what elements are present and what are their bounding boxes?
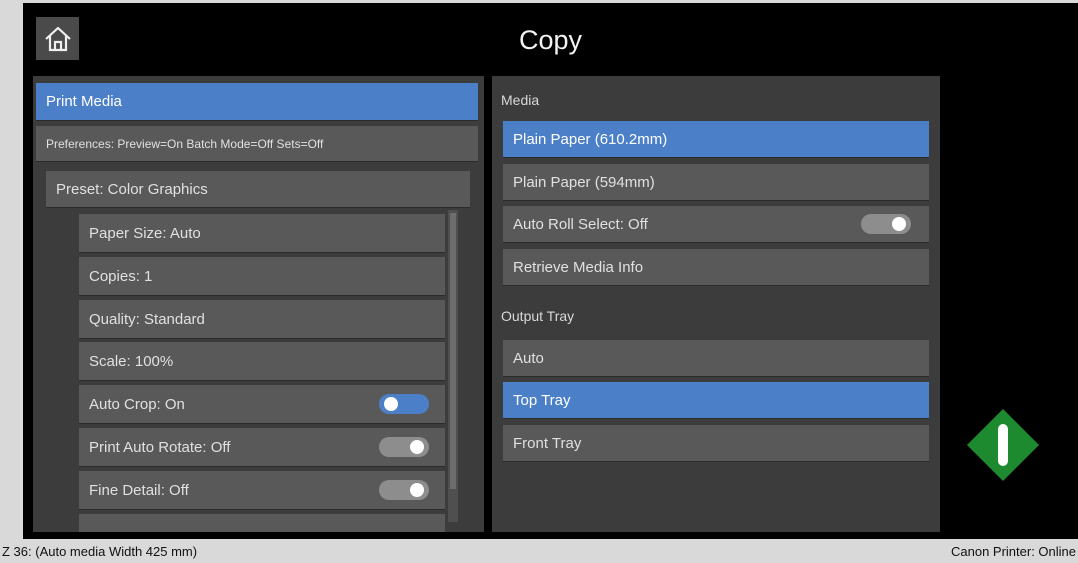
tray-item-label: Front Tray bbox=[513, 434, 582, 452]
media-status-text: Z 36: (Auto media Width 425 mm) bbox=[2, 544, 198, 559]
toggle-knob bbox=[384, 397, 398, 411]
toggle-knob bbox=[410, 440, 424, 454]
setting-quality[interactable]: Quality: Standard bbox=[79, 300, 445, 339]
media-item-plain-paper-610[interactable]: Plain Paper (610.2mm) bbox=[503, 121, 929, 158]
setting-label: Auto Crop: On bbox=[89, 395, 185, 413]
setting-label: Scale: 100% bbox=[89, 352, 174, 370]
auto-roll-select-row[interactable]: Auto Roll Select: Off bbox=[503, 206, 929, 243]
setting-next-partial[interactable] bbox=[79, 514, 445, 532]
auto-crop-toggle[interactable] bbox=[379, 394, 429, 414]
print-media-label: Print Media bbox=[46, 93, 122, 110]
setting-paper-size[interactable]: Paper Size: Auto bbox=[79, 214, 445, 253]
tray-item-label: Top Tray bbox=[513, 391, 571, 409]
setting-copies[interactable]: Copies: 1 bbox=[79, 257, 445, 296]
copy-screen: Copy Print Media Preferences: Preview=On… bbox=[23, 3, 1078, 539]
tray-item-auto[interactable]: Auto bbox=[503, 340, 929, 377]
setting-label: Copies: 1 bbox=[89, 267, 153, 285]
start-button[interactable] bbox=[967, 409, 1039, 481]
retrieve-media-info-button[interactable]: Retrieve Media Info bbox=[503, 249, 929, 286]
media-panel: Media Plain Paper (610.2mm) Plain Paper … bbox=[492, 76, 940, 532]
settings-scrollbar[interactable] bbox=[448, 210, 458, 522]
start-icon bbox=[998, 424, 1008, 466]
print-media-tab[interactable]: Print Media bbox=[36, 83, 478, 121]
setting-label: Fine Detail: Off bbox=[89, 481, 189, 499]
tray-item-label: Auto bbox=[513, 349, 544, 367]
media-item-plain-paper-594[interactable]: Plain Paper (594mm) bbox=[503, 164, 929, 201]
preset-label: Preset: Color Graphics bbox=[56, 180, 208, 198]
setting-print-auto-rotate[interactable]: Print Auto Rotate: Off bbox=[79, 428, 445, 467]
tray-item-top-tray[interactable]: Top Tray bbox=[503, 382, 929, 419]
media-item-label: Plain Paper (594mm) bbox=[513, 173, 655, 191]
setting-label: Quality: Standard bbox=[89, 310, 205, 328]
page-title: Copy bbox=[518, 25, 583, 55]
print-auto-rotate-toggle[interactable] bbox=[379, 437, 429, 457]
scrollbar-thumb[interactable] bbox=[450, 213, 456, 489]
printer-status-text: Canon Printer: Online bbox=[950, 544, 1076, 559]
setting-fine-detail[interactable]: Fine Detail: Off bbox=[79, 471, 445, 510]
auto-roll-select-label: Auto Roll Select: Off bbox=[513, 215, 648, 233]
preferences-label: Preferences: Preview=On Batch Mode=Off S… bbox=[46, 136, 324, 151]
setting-auto-crop[interactable]: Auto Crop: On bbox=[79, 385, 445, 424]
setting-label: Print Auto Rotate: Off bbox=[89, 438, 231, 456]
preset-row[interactable]: Preset: Color Graphics bbox=[46, 171, 470, 208]
preferences-row[interactable]: Preferences: Preview=On Batch Mode=Off S… bbox=[36, 126, 478, 162]
toggle-knob bbox=[410, 483, 424, 497]
auto-roll-select-toggle[interactable] bbox=[861, 214, 911, 234]
output-tray-section-label: Output Tray bbox=[501, 308, 575, 324]
media-item-label: Plain Paper (610.2mm) bbox=[513, 130, 668, 148]
fine-detail-toggle[interactable] bbox=[379, 480, 429, 500]
toggle-knob bbox=[892, 217, 906, 231]
retrieve-media-info-label: Retrieve Media Info bbox=[513, 258, 644, 276]
print-settings-panel: Print Media Preferences: Preview=On Batc… bbox=[33, 76, 484, 532]
setting-label: Paper Size: Auto bbox=[89, 224, 201, 242]
status-bar: Z 36: (Auto media Width 425 mm) Canon Pr… bbox=[0, 539, 1078, 563]
setting-scale[interactable]: Scale: 100% bbox=[79, 342, 445, 381]
media-section-label: Media bbox=[501, 92, 540, 108]
tray-item-front-tray[interactable]: Front Tray bbox=[503, 425, 929, 462]
